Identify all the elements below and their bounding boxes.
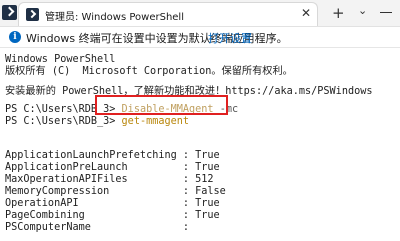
- command-text: get-mmagent: [121, 116, 190, 127]
- output-line: PageCombining : True: [5, 210, 220, 221]
- output-line: MaxOperationAPIFiles : 512: [5, 174, 214, 185]
- powershell-tab-icon: [26, 8, 39, 21]
- info-icon: i: [9, 31, 21, 43]
- title-bar: 管理员: Windows PowerShell ✕ + ⌄: [0, 0, 400, 27]
- command-line-2: PS C:\Users\RDB_3> get-mmagent: [5, 116, 189, 128]
- output-line: OperationAPI : True: [5, 198, 220, 209]
- output-line: ApplicationPreLaunch : True: [5, 162, 220, 173]
- output-line: PSComputerName :: [5, 222, 190, 233]
- prompt: PS C:\Users\RDB_3>: [5, 116, 122, 127]
- powershell-icon: [2, 5, 17, 20]
- close-tab-icon[interactable]: ✕: [301, 6, 311, 20]
- console-header-line: Windows PowerShell: [5, 54, 116, 65]
- new-tab-button[interactable]: +: [332, 4, 345, 22]
- output-line: MemoryCompression : False: [5, 186, 226, 197]
- terminal-window: 管理员: Windows PowerShell ✕ + ⌄ i Windows …: [0, 0, 400, 241]
- highlight-annotation-box: [95, 95, 228, 115]
- window-app-icon-area: [2, 5, 17, 20]
- console-copyright-line: 版权所有 (C) Microsoft Corporation。保留所有权利。: [5, 66, 293, 77]
- minimize-button[interactable]: [380, 12, 392, 13]
- tab-powershell[interactable]: 管理员: Windows PowerShell ✕: [18, 2, 318, 26]
- console-output[interactable]: Windows PowerShell 版权所有 (C) Microsoft Co…: [0, 48, 400, 241]
- chevron-down-icon[interactable]: ⌄: [358, 4, 367, 17]
- output-line: ApplicationLaunchPrefetching : True: [5, 150, 220, 161]
- tab-title: 管理员: Windows PowerShell: [45, 12, 184, 23]
- open-settings-link[interactable]: 打开设置: [208, 30, 252, 46]
- notification-bar: i Windows 终端可在设置中设置为默认终端应用程序。 打开设置: [0, 27, 400, 48]
